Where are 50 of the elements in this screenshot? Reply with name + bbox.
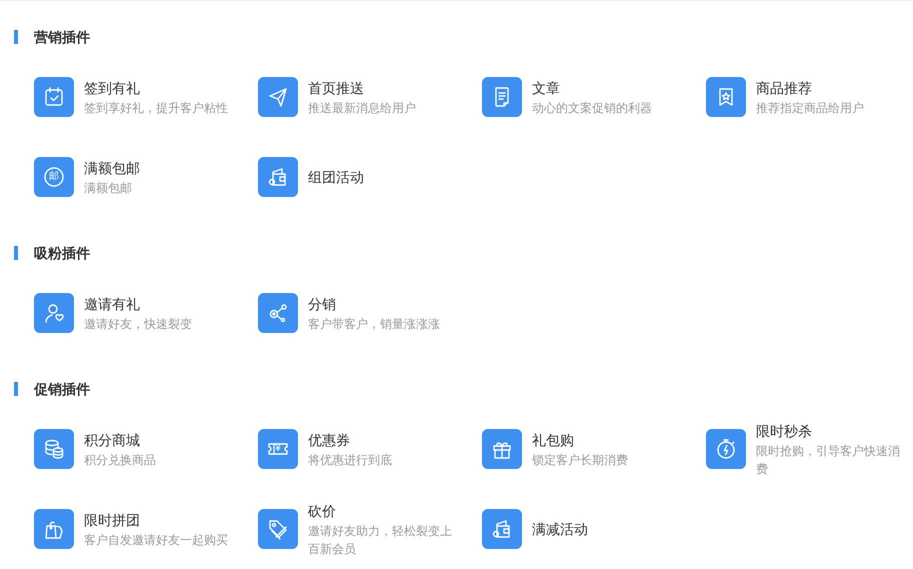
plugin-title[interactable]: 分销 — [308, 294, 454, 314]
plugin-description: 邀请好友助力，轻松裂变上百新会员 — [308, 522, 453, 558]
plugin-description: 邀请好友，快速裂变 — [84, 316, 193, 332]
plugin-title[interactable]: 礼包购 — [532, 430, 678, 450]
plugin-title[interactable]: 邀请有礼 — [84, 294, 230, 314]
plugin-title[interactable]: 满减活动 — [532, 519, 678, 539]
plugin-icon-tile[interactable] — [482, 509, 522, 549]
plugin-description: 推荐指定商品给用户 — [756, 100, 865, 116]
plugin-icon-tile[interactable] — [34, 293, 74, 333]
plugin-description: 锁定客户长期消费 — [532, 452, 629, 468]
plugin-description: 限时抢购，引导客户快速消费 — [756, 442, 901, 478]
plugin-description: 客户自发邀请好友一起购买 — [84, 532, 229, 548]
plugin-title[interactable]: 积分商城 — [84, 430, 230, 450]
section-title: 促销插件 — [34, 380, 90, 399]
plugin-icon-tile[interactable] — [258, 293, 298, 333]
icon-glyph: ¥ — [275, 444, 281, 454]
plugin-icon-tile[interactable] — [482, 77, 522, 117]
plugin-icon-tile[interactable] — [482, 429, 522, 469]
plugin-title[interactable]: 组团活动 — [308, 167, 454, 187]
plugin-description: 客户带客户，销量涨涨涨 — [308, 316, 441, 332]
plugin-description: 将优惠进行到底 — [308, 452, 393, 468]
icon-glyph: 邮 — [49, 172, 59, 182]
plugin-title[interactable]: 签到有礼 — [84, 78, 230, 98]
plugin-description: 推送最新消息给用户 — [308, 100, 417, 116]
plugin-description: 动心的文案促销的利器 — [532, 100, 653, 116]
plugin-description: 满额包邮 — [84, 180, 133, 196]
plugin-title[interactable]: 限时拼团 — [84, 510, 230, 530]
plugin-description: 积分兑换商品 — [84, 452, 157, 468]
plugin-title[interactable]: 限时秒杀 — [756, 420, 902, 440]
plugin-icon-tile[interactable] — [34, 509, 74, 549]
section-title: 吸粉插件 — [34, 244, 90, 263]
plugin-description: 签到享好礼，提升客户粘性 — [84, 100, 229, 116]
plugin-title[interactable]: 优惠券 — [308, 430, 454, 450]
plugin-title[interactable]: 满额包邮 — [84, 158, 230, 178]
plugin-icon-tile[interactable] — [706, 77, 746, 117]
section-marker — [14, 382, 18, 396]
plugin-icon-tile[interactable] — [258, 157, 298, 197]
plugin-icon-tile[interactable] — [34, 77, 74, 117]
plugin-title[interactable]: 文章 — [532, 78, 678, 98]
plugin-title[interactable]: 商品推荐 — [756, 78, 902, 98]
plugin-title[interactable]: 砍价 — [308, 500, 454, 520]
section-marker — [14, 30, 18, 44]
circle-icon — [42, 165, 66, 189]
section-marker — [14, 246, 18, 260]
plugin-icon-tile[interactable] — [258, 77, 298, 117]
plugin-icon-tile[interactable] — [34, 429, 74, 469]
plugin-title[interactable]: 首页推送 — [308, 78, 454, 98]
section-title: 营销插件 — [34, 28, 90, 47]
plugin-icon-tile[interactable] — [258, 509, 298, 549]
plugin-icon-tile[interactable] — [706, 429, 746, 469]
